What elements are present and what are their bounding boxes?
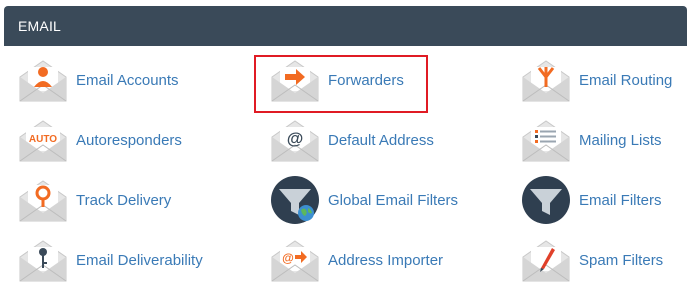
default-address-link[interactable]: @ Default Address bbox=[270, 114, 434, 166]
email-section-header: EMAIL bbox=[4, 6, 687, 46]
forwarders-link[interactable]: Forwarders bbox=[270, 54, 404, 106]
default-address-label: Default Address bbox=[328, 131, 434, 149]
email-routing-label: Email Routing bbox=[579, 71, 673, 89]
import-envelope-icon: @ bbox=[270, 235, 320, 285]
address-importer-label: Address Importer bbox=[328, 251, 444, 269]
mailing-lists-link[interactable]: Mailing Lists bbox=[521, 114, 662, 166]
email-deliverability-link[interactable]: Email Deliverability bbox=[18, 234, 203, 286]
spam-filters-link[interactable]: Spam Filters bbox=[521, 234, 663, 286]
svg-text:@: @ bbox=[287, 129, 304, 148]
spam-filters-label: Spam Filters bbox=[579, 251, 664, 269]
location-pin-envelope-icon bbox=[18, 175, 68, 225]
email-accounts-link[interactable]: Email Accounts bbox=[18, 54, 179, 106]
routing-envelope-icon bbox=[521, 55, 571, 105]
email-routing-link[interactable]: Email Routing bbox=[521, 54, 672, 106]
arrow-envelope-icon bbox=[270, 55, 320, 105]
email-deliverability-label: Email Deliverability bbox=[76, 251, 203, 269]
svg-text:AUTO: AUTO bbox=[29, 134, 57, 145]
at-envelope-icon: @ bbox=[270, 115, 320, 165]
forwarders-label: Forwarders bbox=[328, 71, 404, 89]
email-accounts-label: Email Accounts bbox=[76, 71, 179, 89]
auto-envelope-icon: AUTO bbox=[18, 115, 68, 165]
track-delivery-label: Track Delivery bbox=[76, 191, 172, 209]
pen-envelope-icon bbox=[521, 235, 571, 285]
email-filters-label: Email Filters bbox=[579, 191, 662, 209]
autoresponders-label: Autoresponders bbox=[76, 131, 182, 149]
address-importer-link[interactable]: @ Address Importer bbox=[270, 234, 443, 286]
key-envelope-icon bbox=[18, 235, 68, 285]
track-delivery-link[interactable]: Track Delivery bbox=[18, 174, 171, 226]
global-email-filters-link[interactable]: Global Email Filters bbox=[270, 174, 458, 226]
autoresponders-link[interactable]: AUTO Autoresponders bbox=[18, 114, 182, 166]
global-email-filters-label: Global Email Filters bbox=[328, 191, 459, 209]
email-filters-link[interactable]: Email Filters bbox=[521, 174, 662, 226]
mailing-lists-label: Mailing Lists bbox=[579, 131, 662, 149]
globe-funnel-icon bbox=[270, 175, 320, 225]
funnel-icon bbox=[521, 175, 571, 225]
list-envelope-icon bbox=[521, 115, 571, 165]
svg-text:@: @ bbox=[282, 251, 294, 265]
user-envelope-icon bbox=[18, 55, 68, 105]
